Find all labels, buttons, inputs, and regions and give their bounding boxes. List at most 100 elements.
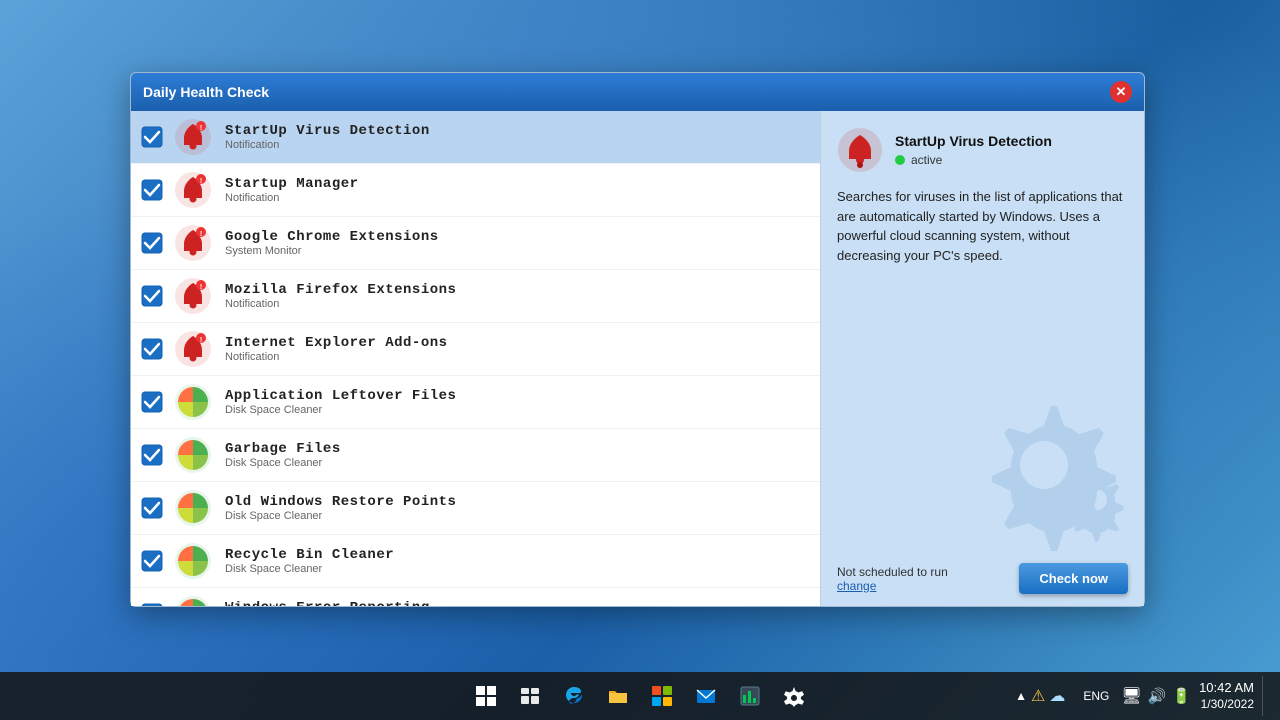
- check-now-button[interactable]: Check now: [1019, 563, 1128, 594]
- windows-start-button[interactable]: [466, 676, 506, 716]
- item-checkbox[interactable]: [141, 603, 163, 606]
- item-text-area: Mozilla Firefox Extensions Notification: [225, 282, 810, 310]
- item-checkbox[interactable]: [141, 285, 163, 307]
- clock[interactable]: 10:42 AM 1/30/2022: [1199, 680, 1254, 712]
- item-title: Mozilla Firefox Extensions: [225, 282, 810, 298]
- items-list-panel: ! StartUp Virus Detection Notification !…: [131, 111, 821, 606]
- item-checkbox[interactable]: [141, 179, 163, 201]
- item-subtitle: Notification: [225, 351, 810, 363]
- item-icon: [173, 435, 213, 475]
- clock-time: 10:42 AM: [1199, 680, 1254, 697]
- settings-button[interactable]: [774, 676, 814, 716]
- item-checkbox[interactable]: [141, 497, 163, 519]
- item-text-area: Old Windows Restore Points Disk Space Cl…: [225, 494, 810, 522]
- edge-browser-button[interactable]: [554, 676, 594, 716]
- item-icon: !: [173, 329, 213, 369]
- item-icon: !: [173, 223, 213, 263]
- chevron-up-icon: ▲: [1015, 689, 1027, 703]
- item-text-area: Recycle Bin Cleaner Disk Space Cleaner: [225, 547, 810, 575]
- item-subtitle: Disk Space Cleaner: [225, 510, 810, 522]
- monitor-icon: 🖥: [1121, 686, 1141, 706]
- mail-button[interactable]: [686, 676, 726, 716]
- list-item[interactable]: Old Windows Restore Points Disk Space Cl…: [131, 482, 820, 535]
- svg-text:!: !: [200, 178, 202, 185]
- list-item[interactable]: Application Leftover Files Disk Space Cl…: [131, 376, 820, 429]
- item-checkbox[interactable]: [141, 126, 163, 148]
- item-title: Garbage Files: [225, 441, 810, 457]
- item-checkbox[interactable]: [141, 550, 163, 572]
- notification-area[interactable]: ▲ ⚠ ☁: [1009, 676, 1071, 716]
- item-text-area: Internet Explorer Add-ons Notification: [225, 335, 810, 363]
- dialog-title: Daily Health Check: [143, 84, 269, 100]
- item-subtitle: Notification: [225, 139, 810, 151]
- list-item[interactable]: ! Mozilla Firefox Extensions Notificatio…: [131, 270, 820, 323]
- item-title: Application Leftover Files: [225, 388, 810, 404]
- not-scheduled-text: Not scheduled to run: [837, 565, 948, 579]
- list-item[interactable]: Recycle Bin Cleaner Disk Space Cleaner: [131, 535, 820, 588]
- show-desktop-button[interactable]: [1262, 676, 1268, 716]
- detail-header: StartUp Virus Detection active: [837, 127, 1128, 173]
- speaker-icon: 🔊: [1148, 687, 1167, 705]
- item-checkbox[interactable]: [141, 232, 163, 254]
- item-title: Windows Error Reporting: [225, 600, 810, 606]
- item-title: Internet Explorer Add-ons: [225, 335, 810, 351]
- item-title: Google Chrome Extensions: [225, 229, 810, 245]
- item-checkbox[interactable]: [141, 444, 163, 466]
- list-item[interactable]: ! Internet Explorer Add-ons Notification: [131, 323, 820, 376]
- items-scroll-container[interactable]: ! StartUp Virus Detection Notification !…: [131, 111, 820, 606]
- detail-description: Searches for viruses in the list of appl…: [837, 187, 1128, 265]
- item-checkbox[interactable]: [141, 338, 163, 360]
- svg-text:!: !: [200, 284, 202, 291]
- item-title: StartUp Virus Detection: [225, 123, 810, 139]
- item-icon: !: [173, 276, 213, 316]
- item-title: Recycle Bin Cleaner: [225, 547, 810, 563]
- item-subtitle: Notification: [225, 298, 810, 310]
- list-item[interactable]: ! StartUp Virus Detection Notification: [131, 111, 820, 164]
- item-text-area: StartUp Virus Detection Notification: [225, 123, 810, 151]
- taskbar-center: [466, 676, 814, 716]
- item-icon: [173, 541, 213, 581]
- item-subtitle: Disk Space Cleaner: [225, 404, 810, 416]
- item-text-area: Startup Manager Notification: [225, 176, 810, 204]
- detail-title: StartUp Virus Detection: [895, 133, 1052, 149]
- list-item[interactable]: ! Startup Manager Notification: [131, 164, 820, 217]
- status-dot: [895, 155, 905, 165]
- item-icon: [173, 488, 213, 528]
- item-checkbox[interactable]: [141, 391, 163, 413]
- list-item[interactable]: Windows Error Reporting Disk Space Clean…: [131, 588, 820, 606]
- schedule-info: Not scheduled to run change: [837, 565, 948, 593]
- cloud-icon: ☁: [1049, 686, 1065, 706]
- item-icon: !: [173, 170, 213, 210]
- status-text: active: [911, 153, 942, 167]
- item-subtitle: Notification: [225, 192, 810, 204]
- taskbar-right: ▲ ⚠ ☁ ENG 🖥 🔊 🔋 10:42 AM 1/30/2022: [1009, 676, 1280, 716]
- gear-decoration: [954, 371, 1134, 556]
- detail-panel: StartUp Virus Detection active Searches …: [821, 111, 1144, 606]
- item-text-area: Application Leftover Files Disk Space Cl…: [225, 388, 810, 416]
- item-subtitle: Disk Space Cleaner: [225, 563, 810, 575]
- detail-footer: Not scheduled to run change Check now: [837, 563, 1128, 594]
- item-title: Startup Manager: [225, 176, 810, 192]
- clock-date: 1/30/2022: [1199, 697, 1254, 713]
- item-subtitle: Disk Space Cleaner: [225, 457, 810, 469]
- change-schedule-link[interactable]: change: [837, 579, 876, 593]
- language-indicator[interactable]: ENG: [1079, 689, 1113, 703]
- task-manager-button[interactable]: [730, 676, 770, 716]
- detail-icon: [837, 127, 883, 173]
- item-text-area: Google Chrome Extensions System Monitor: [225, 229, 810, 257]
- list-item[interactable]: ! Google Chrome Extensions System Monito…: [131, 217, 820, 270]
- taskbar: ▲ ⚠ ☁ ENG 🖥 🔊 🔋 10:42 AM 1/30/2022: [0, 672, 1280, 720]
- battery-icon: 🔋: [1172, 687, 1191, 705]
- microsoft-store-button[interactable]: [642, 676, 682, 716]
- item-subtitle: System Monitor: [225, 245, 810, 257]
- detail-title-area: StartUp Virus Detection active: [895, 133, 1052, 167]
- detail-status: active: [895, 153, 1052, 167]
- list-item[interactable]: Garbage Files Disk Space Cleaner: [131, 429, 820, 482]
- warning-icon: ⚠: [1031, 686, 1045, 706]
- dialog-close-button[interactable]: ✕: [1110, 81, 1132, 103]
- item-icon: [173, 382, 213, 422]
- file-explorer-button[interactable]: [598, 676, 638, 716]
- svg-text:!: !: [200, 125, 202, 132]
- task-view-button[interactable]: [510, 676, 550, 716]
- daily-health-check-dialog: Daily Health Check ✕ ! StartUp Virus Det…: [130, 72, 1145, 607]
